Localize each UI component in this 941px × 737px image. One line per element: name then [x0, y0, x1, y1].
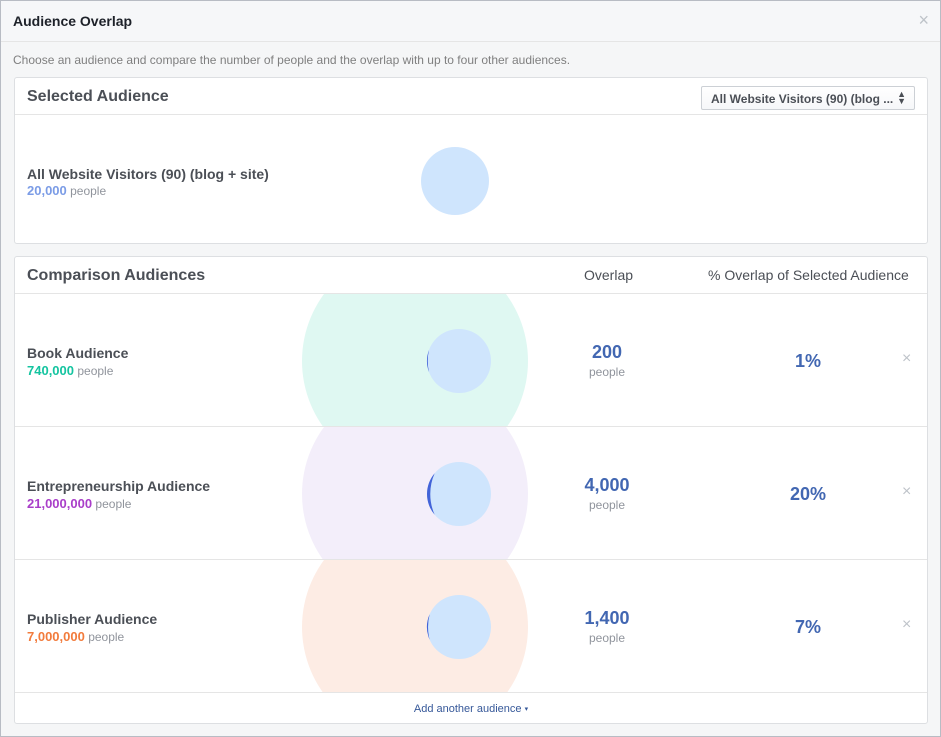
overlap-unit: people — [588, 631, 626, 645]
selected-panel-header: Selected Audience All Website Visitors (… — [15, 78, 927, 115]
overlap-unit: people — [588, 498, 626, 512]
overlap-percentage: 1% — [794, 351, 821, 371]
audience-overlap-dialog: Audience Overlap × Choose an audience an… — [0, 0, 941, 737]
comparison-size-number: 740,000 — [27, 363, 74, 378]
selected-circle-mark — [427, 595, 491, 659]
selected-audience-circle — [421, 147, 489, 215]
selected-audience-dropdown[interactable]: All Website Visitors (90) (blog ... ▲ ▼ — [701, 86, 915, 110]
comparison-audience-shape — [302, 560, 528, 692]
overlap-count: 4,000 — [584, 475, 630, 495]
close-icon[interactable]: × — [918, 11, 929, 29]
selected-audience-name: All Website Visitors (90) (blog + site) — [27, 166, 269, 182]
comparison-size-unit: people — [88, 630, 125, 644]
remove-audience-icon[interactable]: × — [902, 350, 911, 368]
intro-text: Choose an audience and compare the numbe… — [13, 53, 571, 67]
dropdown-value: All Website Visitors (90) (blog ... — [711, 92, 894, 106]
comparison-audience-shape — [302, 427, 528, 559]
dialog-title: Audience Overlap — [13, 13, 133, 29]
comparison-audience-size: 7,000,000 people — [27, 629, 124, 644]
pct-overlap-column-header: % Overlap of Selected Audience — [708, 267, 909, 283]
remove-audience-icon[interactable]: × — [902, 616, 911, 634]
overlap-circle — [427, 329, 491, 393]
comparison-size-unit: people — [77, 364, 114, 378]
overlap-count: 200 — [591, 342, 623, 362]
comparison-size-number: 21,000,000 — [27, 496, 93, 511]
comparison-row-3: Publisher Audience 7,000,000 people 1,40… — [15, 560, 927, 693]
selected-circle-mark — [427, 462, 491, 526]
comparison-audience-name: Book Audience — [27, 345, 129, 361]
add-another-audience-link[interactable]: Add another audience ▾ — [15, 703, 927, 715]
comparison-audiences-panel: Comparison Audiences Overlap % Overlap o… — [14, 256, 928, 724]
dropdown-arrows-icon: ▲ ▼ — [897, 89, 906, 106]
comparison-audience-name: Entrepreneurship Audience — [27, 478, 211, 494]
comparison-size-number: 7,000,000 — [27, 629, 85, 644]
comparison-audience-size: 21,000,000 people — [27, 496, 131, 511]
overlap-circle — [427, 595, 491, 659]
overlap-column-header: Overlap — [584, 267, 634, 283]
overlap-percentage: 7% — [794, 617, 821, 637]
overlap-count: 1,400 — [584, 608, 630, 628]
comparison-audience-shape — [302, 294, 528, 426]
overlap-circle — [427, 462, 491, 526]
overlap-percentage: 20% — [789, 484, 827, 504]
selected-audience-heading: Selected Audience — [27, 88, 169, 105]
comparison-row-2: Entrepreneurship Audience 21,000,000 peo… — [15, 427, 927, 560]
comparison-row-1: Book Audience 740,000 people 200 people … — [15, 294, 927, 427]
comparison-size-unit: people — [95, 497, 132, 511]
comparison-audiences-heading: Comparison Audiences — [27, 267, 206, 284]
comparison-audience-size: 740,000 people — [27, 363, 113, 378]
comparison-audience-name: Publisher Audience — [27, 611, 158, 627]
caret-down-icon: ▾ — [524, 706, 529, 714]
add-audience-label: Add another audience — [413, 703, 522, 715]
selected-size-number: 20,000 — [27, 183, 67, 198]
selected-circle-mark — [427, 329, 491, 393]
comparison-panel-header: Comparison Audiences Overlap % Overlap o… — [15, 257, 927, 294]
dialog-titlebar: Audience Overlap × — [1, 1, 940, 42]
selected-audience-size: 20,000 people — [27, 183, 106, 198]
selected-audience-panel: Selected Audience All Website Visitors (… — [14, 77, 928, 244]
selected-size-unit: people — [70, 184, 107, 198]
overlap-unit: people — [588, 365, 626, 379]
remove-audience-icon[interactable]: × — [902, 483, 911, 501]
